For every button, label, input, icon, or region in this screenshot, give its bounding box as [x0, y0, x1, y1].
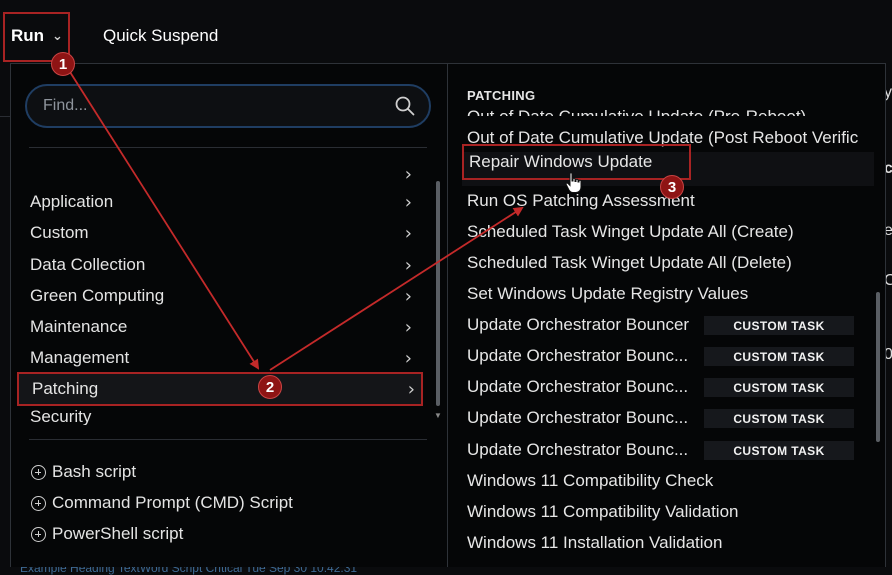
chevron-right-icon: ›: [404, 316, 412, 338]
scroll-down-icon[interactable]: ▼: [434, 411, 442, 420]
item-label: Run OS Patching Assessment: [467, 191, 695, 210]
category-label: Security: [30, 407, 92, 425]
item-label: Update Orchestrator Bouncer: [467, 315, 690, 334]
step-marker-3: 3: [660, 175, 684, 199]
patching-pane: PATCHING Out of Date Cumulative Update (…: [448, 64, 885, 567]
chevron-right-icon: ›: [404, 163, 412, 185]
item-label: Windows 11 Installation Validation: [467, 533, 723, 552]
patching-item-partial[interactable]: Out of Date Cumulative Update (Pre-Reboo…: [467, 104, 806, 116]
category-item-data-collection[interactable]: Data Collection ›: [30, 250, 412, 280]
patching-item[interactable]: Scheduled Task Winget Update All (Delete…: [467, 249, 792, 277]
patching-scrollbar[interactable]: [875, 292, 881, 442]
category-label: Patching: [32, 379, 99, 398]
patching-item[interactable]: Windows 11 Compatibility Validation: [467, 498, 739, 526]
item-label: Scheduled Task Winget Update All (Delete…: [467, 253, 792, 272]
item-label: Update Orchestrator Bounc...: [467, 440, 689, 459]
chevron-right-icon: ›: [404, 254, 412, 276]
custom-task-badge: CUSTOM TASK: [704, 347, 854, 366]
scrollbar-thumb[interactable]: [436, 181, 440, 406]
category-item-security[interactable]: Security: [30, 407, 412, 425]
category-item-application[interactable]: Application ›: [30, 187, 412, 217]
chevron-right-icon: ›: [404, 191, 412, 213]
category-item-green-computing[interactable]: Green Computing ›: [30, 281, 412, 311]
item-label: Windows 11 Compatibility Check: [467, 471, 714, 490]
category-item-maintenance[interactable]: Maintenance ›: [30, 312, 412, 342]
plus-circle-icon: [31, 495, 46, 511]
quick-suspend-button[interactable]: Quick Suspend: [103, 26, 218, 46]
add-powershell-script[interactable]: PowerShell script: [31, 522, 183, 546]
item-label: Set Windows Update Registry Values: [467, 284, 749, 303]
custom-task-badge: CUSTOM TASK: [704, 316, 854, 335]
category-label: Custom: [30, 223, 89, 242]
chevron-right-icon: ›: [404, 222, 412, 244]
step-marker-2: 2: [258, 375, 282, 399]
step-marker-1: 1: [51, 52, 75, 76]
item-label: Update Orchestrator Bounc...: [467, 377, 689, 396]
run-label: Run: [11, 26, 45, 45]
search-input[interactable]: [41, 96, 395, 116]
item-label: Update Orchestrator Bounc...: [467, 346, 689, 365]
category-label: Application: [30, 192, 114, 211]
category-label: Green Computing: [30, 286, 165, 305]
search-icon: [395, 96, 415, 116]
category-item-collapsed[interactable]: ›: [30, 159, 412, 189]
item-label: Windows 11 Compatibility Validation: [467, 502, 739, 521]
patching-item[interactable]: Windows 11 Compatibility Check: [467, 467, 713, 495]
patching-item[interactable]: Update Orchestrator Bounc...: [467, 373, 688, 401]
script-label: PowerShell script: [52, 524, 184, 543]
top-toolbar: Run ⌄ Quick Suspend: [0, 0, 892, 62]
item-label: Update Orchestrator Bounc...: [467, 408, 689, 427]
category-label: Management: [30, 348, 130, 367]
run-dropdown-menu: › Application › Custom › Data Collection…: [10, 63, 886, 567]
custom-task-badge: CUSTOM TASK: [704, 378, 854, 397]
category-label: Maintenance: [30, 317, 128, 336]
patching-item[interactable]: Windows 11 Installation Validation: [467, 529, 722, 557]
patching-item[interactable]: Update Orchestrator Bouncer: [467, 311, 689, 339]
divider: [29, 147, 427, 148]
add-bash-script[interactable]: Bash script: [31, 460, 136, 484]
patching-item[interactable]: Scheduled Task Winget Update All (Create…: [467, 218, 794, 246]
hand-cursor-icon: [565, 172, 582, 193]
divider: [29, 439, 427, 440]
category-item-custom[interactable]: Custom ›: [30, 218, 412, 248]
chevron-right-icon: ›: [404, 285, 412, 307]
chevron-down-icon: ⌄: [52, 28, 63, 43]
chevron-right-icon: ›: [407, 378, 415, 400]
item-label: Scheduled Task Winget Update All (Create…: [467, 222, 794, 241]
patching-item[interactable]: Update Orchestrator Bounc...: [467, 436, 688, 464]
scrollbar-thumb[interactable]: [876, 292, 880, 442]
category-label: Data Collection: [30, 255, 146, 274]
chevron-right-icon: ›: [404, 347, 412, 369]
custom-task-badge: CUSTOM TASK: [704, 441, 854, 460]
item-label: Out of Date Cumulative Update (Pre-Reboo…: [467, 107, 806, 116]
category-item-patching[interactable]: Patching ›: [17, 372, 423, 406]
plus-circle-icon: [31, 526, 46, 542]
category-item-management[interactable]: Management ›: [30, 343, 412, 373]
category-pane: › Application › Custom › Data Collection…: [11, 64, 448, 567]
script-label: Bash script: [52, 462, 137, 481]
add-cmd-script[interactable]: Command Prompt (CMD) Script: [31, 491, 293, 515]
script-label: Command Prompt (CMD) Script: [52, 493, 293, 512]
category-scrollbar[interactable]: ▼: [434, 179, 442, 420]
custom-task-badge: CUSTOM TASK: [704, 409, 854, 428]
search-box[interactable]: [25, 84, 431, 128]
patching-item[interactable]: Update Orchestrator Bounc...: [467, 404, 688, 432]
patching-item[interactable]: Set Windows Update Registry Values: [467, 280, 748, 308]
submenu-header: PATCHING: [467, 88, 536, 103]
patching-item[interactable]: Update Orchestrator Bounc...: [467, 342, 688, 370]
item-label: Repair Windows Update: [469, 152, 653, 171]
plus-circle-icon: [31, 464, 46, 480]
